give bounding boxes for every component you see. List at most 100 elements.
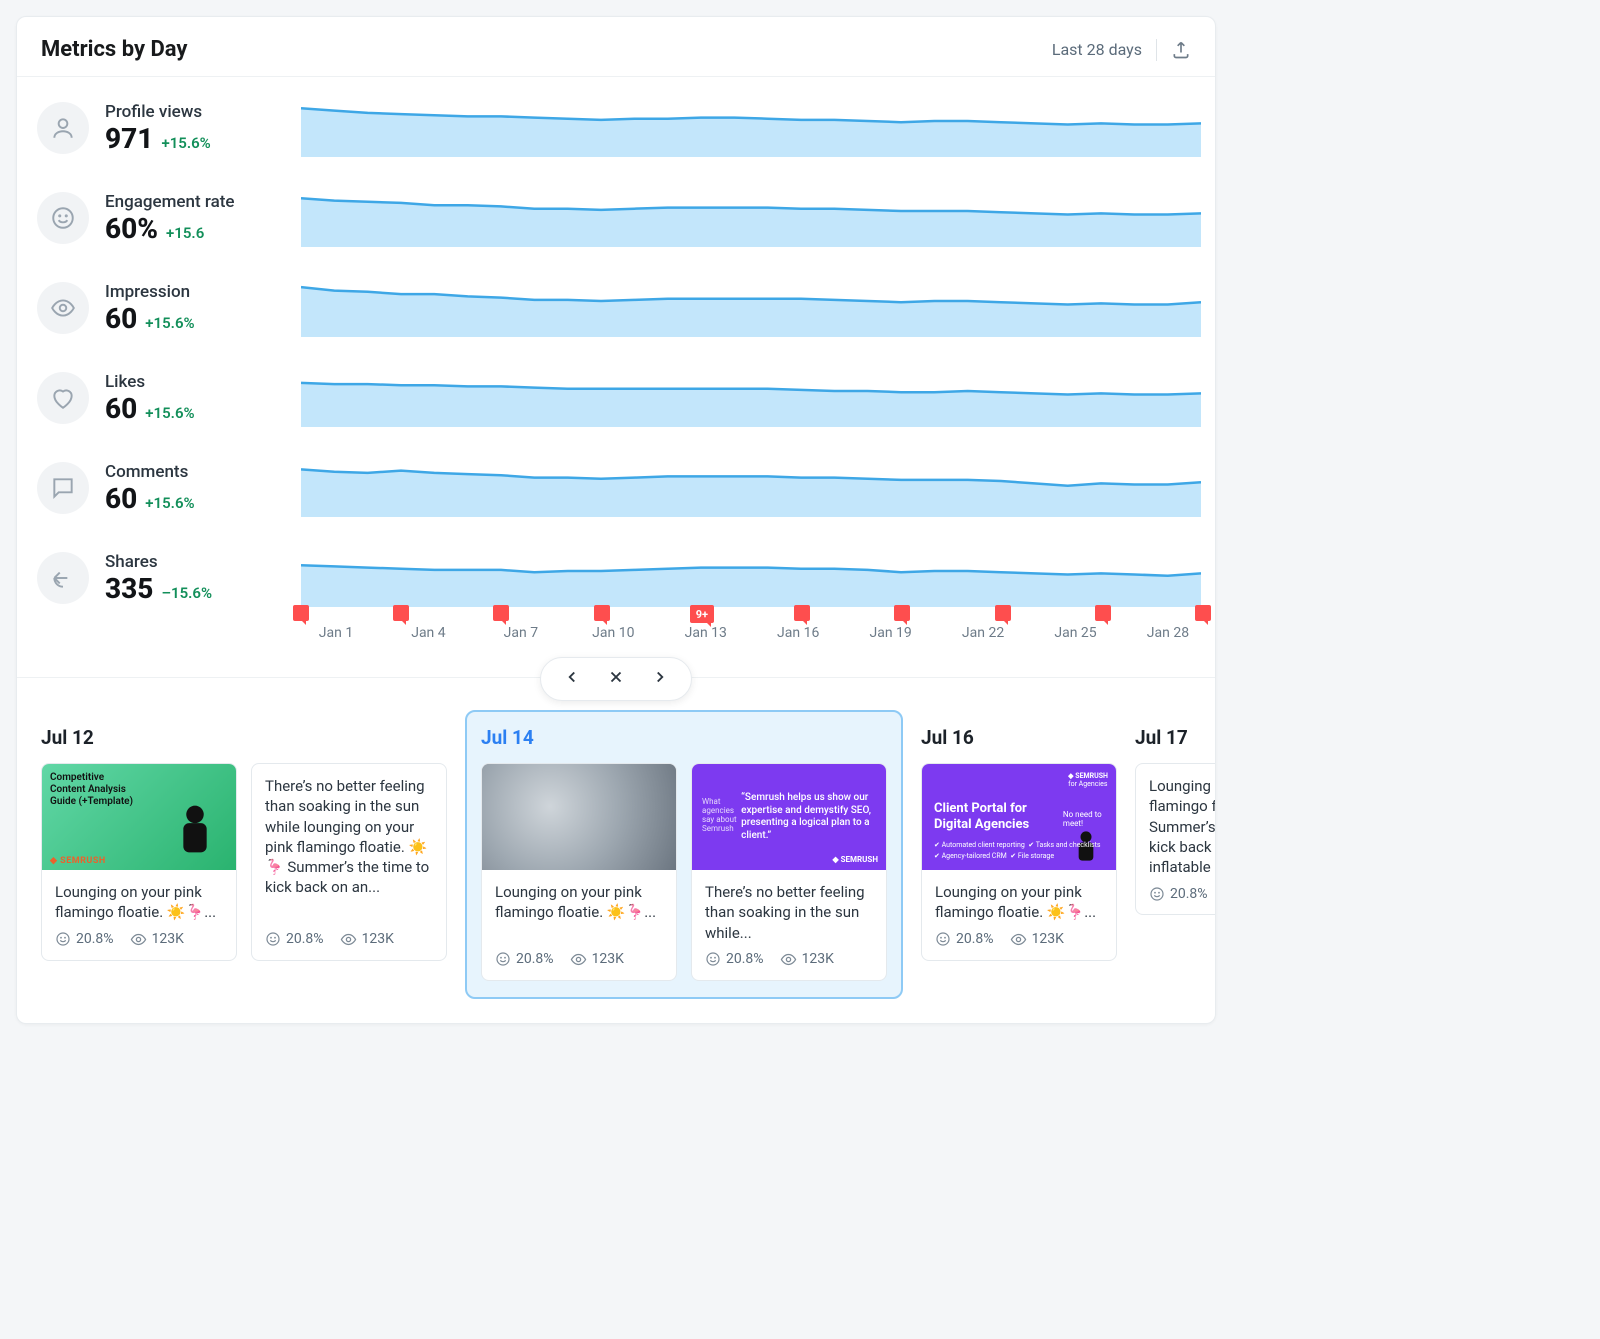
stat-engagement: 20.8% xyxy=(1149,886,1208,902)
flag[interactable] xyxy=(995,605,1011,621)
post-text: There’s no better feeling than soaking i… xyxy=(265,776,433,898)
panel-header: Metrics by Day Last 28 days xyxy=(17,17,1215,77)
close-button[interactable] xyxy=(607,668,625,690)
metric-label: Likes xyxy=(105,372,195,392)
stat-views: 123K xyxy=(130,931,184,948)
post-thumbnail xyxy=(482,764,676,870)
metric-label: Comments xyxy=(105,462,195,482)
flag-multi[interactable]: 9+ xyxy=(690,605,714,623)
carousel-nav xyxy=(540,657,692,701)
post-stats: 20.8% 123K xyxy=(42,931,236,960)
metric-label: Shares xyxy=(105,552,212,572)
metric-profile-views[interactable]: Profile views 971 +15.6% xyxy=(37,81,301,171)
metric-change: +15.6% xyxy=(145,494,194,512)
post-group: Jul 14 Lounging on your pink flamingo flo… xyxy=(465,710,903,999)
share-icon xyxy=(37,552,89,604)
group-date: Jul 12 xyxy=(41,726,447,749)
chart-impression xyxy=(301,261,1203,351)
post-card[interactable]: There’s no better feeling than soaking i… xyxy=(251,763,447,961)
comment-icon xyxy=(37,462,89,514)
export-icon[interactable] xyxy=(1171,40,1191,60)
metric-value: 60 xyxy=(105,302,137,335)
post-card[interactable]: Lounging on your pink flamingo floatie. … xyxy=(481,763,677,981)
stat-engagement: 20.8% xyxy=(495,951,554,967)
post-flags: 9+ xyxy=(301,605,1203,623)
metric-change: +15.6% xyxy=(145,404,194,422)
metric-change: –15.6% xyxy=(161,584,212,602)
post-text: Lounging on your pink flamingo floatie. … xyxy=(495,882,663,923)
smile-icon xyxy=(37,192,89,244)
metric-change: +15.6% xyxy=(161,134,210,152)
chart-profile-views xyxy=(301,81,1203,171)
metrics-panel: Metrics by Day Last 28 days Profile view… xyxy=(16,16,1216,1024)
metric-label: Engagement rate xyxy=(105,192,235,212)
stat-engagement: 20.8% xyxy=(935,931,994,947)
post-group: Jul 17Lounging on your pink flamingo flo… xyxy=(1135,726,1215,999)
metric-engagement-rate[interactable]: Engagement rate 60% +15.6 xyxy=(37,171,301,261)
flag[interactable] xyxy=(794,605,810,621)
metric-comments[interactable]: Comments 60+15.6% xyxy=(37,441,301,531)
panel-body: Profile views 971 +15.6% Engagement rate … xyxy=(17,77,1215,677)
post-thumbnail: Client Portal for Digital AgenciesNo nee… xyxy=(922,764,1116,870)
date-range[interactable]: Last 28 days xyxy=(1052,40,1142,59)
prev-button[interactable] xyxy=(563,668,581,690)
post-stats: 20.8% 123K xyxy=(692,951,886,980)
post-card[interactable]: Competitive Content Analysis Guide (+Tem… xyxy=(41,763,237,961)
post-card[interactable]: What agencies say about Semrush“Semrush … xyxy=(691,763,887,981)
stat-engagement: 20.8% xyxy=(705,951,764,967)
flag[interactable] xyxy=(1195,605,1211,621)
axis-label: Jan 1 xyxy=(301,625,371,655)
group-date: Jul 14 xyxy=(481,726,887,749)
metric-value: 335 xyxy=(105,572,153,605)
post-text: Lounging on your pink flamingo floatie. … xyxy=(55,882,223,923)
stat-views: 123K xyxy=(570,951,624,968)
chart-engagement-rate xyxy=(301,171,1203,261)
stat-views: 123K xyxy=(340,931,394,948)
flag[interactable] xyxy=(1095,605,1111,621)
stat-engagement: 20.8% xyxy=(265,931,324,947)
post-text: There’s no better feeling than soaking i… xyxy=(705,882,873,943)
metrics-column: Profile views 971 +15.6% Engagement rate … xyxy=(37,81,301,621)
axis-label: Jan 25 xyxy=(1041,625,1111,655)
post-text: Lounging on your pink flamingo floatie. … xyxy=(1149,776,1215,877)
stat-engagement: 20.8% xyxy=(55,931,114,947)
flag[interactable] xyxy=(894,605,910,621)
metric-label: Impression xyxy=(105,282,195,302)
posts-row[interactable]: Jul 12 Competitive Content Analysis Guide… xyxy=(17,726,1215,999)
charts-column xyxy=(301,81,1203,621)
group-date: Jul 16 xyxy=(921,726,1117,749)
stat-views: 123K xyxy=(780,951,834,968)
post-stats: 20.8% 123K xyxy=(252,931,446,960)
person-icon xyxy=(37,102,89,154)
chart-comments xyxy=(301,441,1203,531)
panel-title: Metrics by Day xyxy=(41,37,1052,62)
metric-change: +15.6 xyxy=(166,224,204,242)
divider xyxy=(1156,39,1157,61)
x-axis-labels: Jan 1Jan 4Jan 7Jan 10Jan 13Jan 16Jan 19J… xyxy=(301,625,1203,655)
axis-label: Jan 7 xyxy=(486,625,556,655)
metric-shares[interactable]: Shares 335 –15.6% xyxy=(37,531,301,621)
metric-likes[interactable]: Likes 60 +15.6% xyxy=(37,351,301,441)
post-group: Jul 16 Client Portal for Digital Agencies… xyxy=(921,726,1117,999)
flag[interactable] xyxy=(293,605,309,621)
post-thumbnail: What agencies say about Semrush“Semrush … xyxy=(692,764,886,870)
post-stats: 20.8%123K xyxy=(1136,885,1215,914)
flag[interactable] xyxy=(594,605,610,621)
flag[interactable] xyxy=(393,605,409,621)
metric-impression[interactable]: Impression 60+15.6% xyxy=(37,261,301,351)
chart-likes xyxy=(301,351,1203,441)
next-button[interactable] xyxy=(651,668,669,690)
posts-section: Jul 12 Competitive Content Analysis Guide… xyxy=(17,677,1215,1023)
post-card[interactable]: Lounging on your pink flamingo floatie. … xyxy=(1135,763,1215,915)
axis-label: Jan 22 xyxy=(948,625,1018,655)
stat-views: 123K xyxy=(1010,931,1064,948)
axis-label: Jan 19 xyxy=(856,625,926,655)
flag[interactable] xyxy=(493,605,509,621)
axis-label: Jan 13 xyxy=(671,625,741,655)
metric-value: 60 xyxy=(105,392,137,425)
metric-label: Profile views xyxy=(105,102,211,122)
axis-label: Jan 28 xyxy=(1133,625,1203,655)
metric-value: 60% xyxy=(105,212,158,245)
post-card[interactable]: Client Portal for Digital AgenciesNo nee… xyxy=(921,763,1117,961)
metric-value: 971 xyxy=(105,122,153,155)
